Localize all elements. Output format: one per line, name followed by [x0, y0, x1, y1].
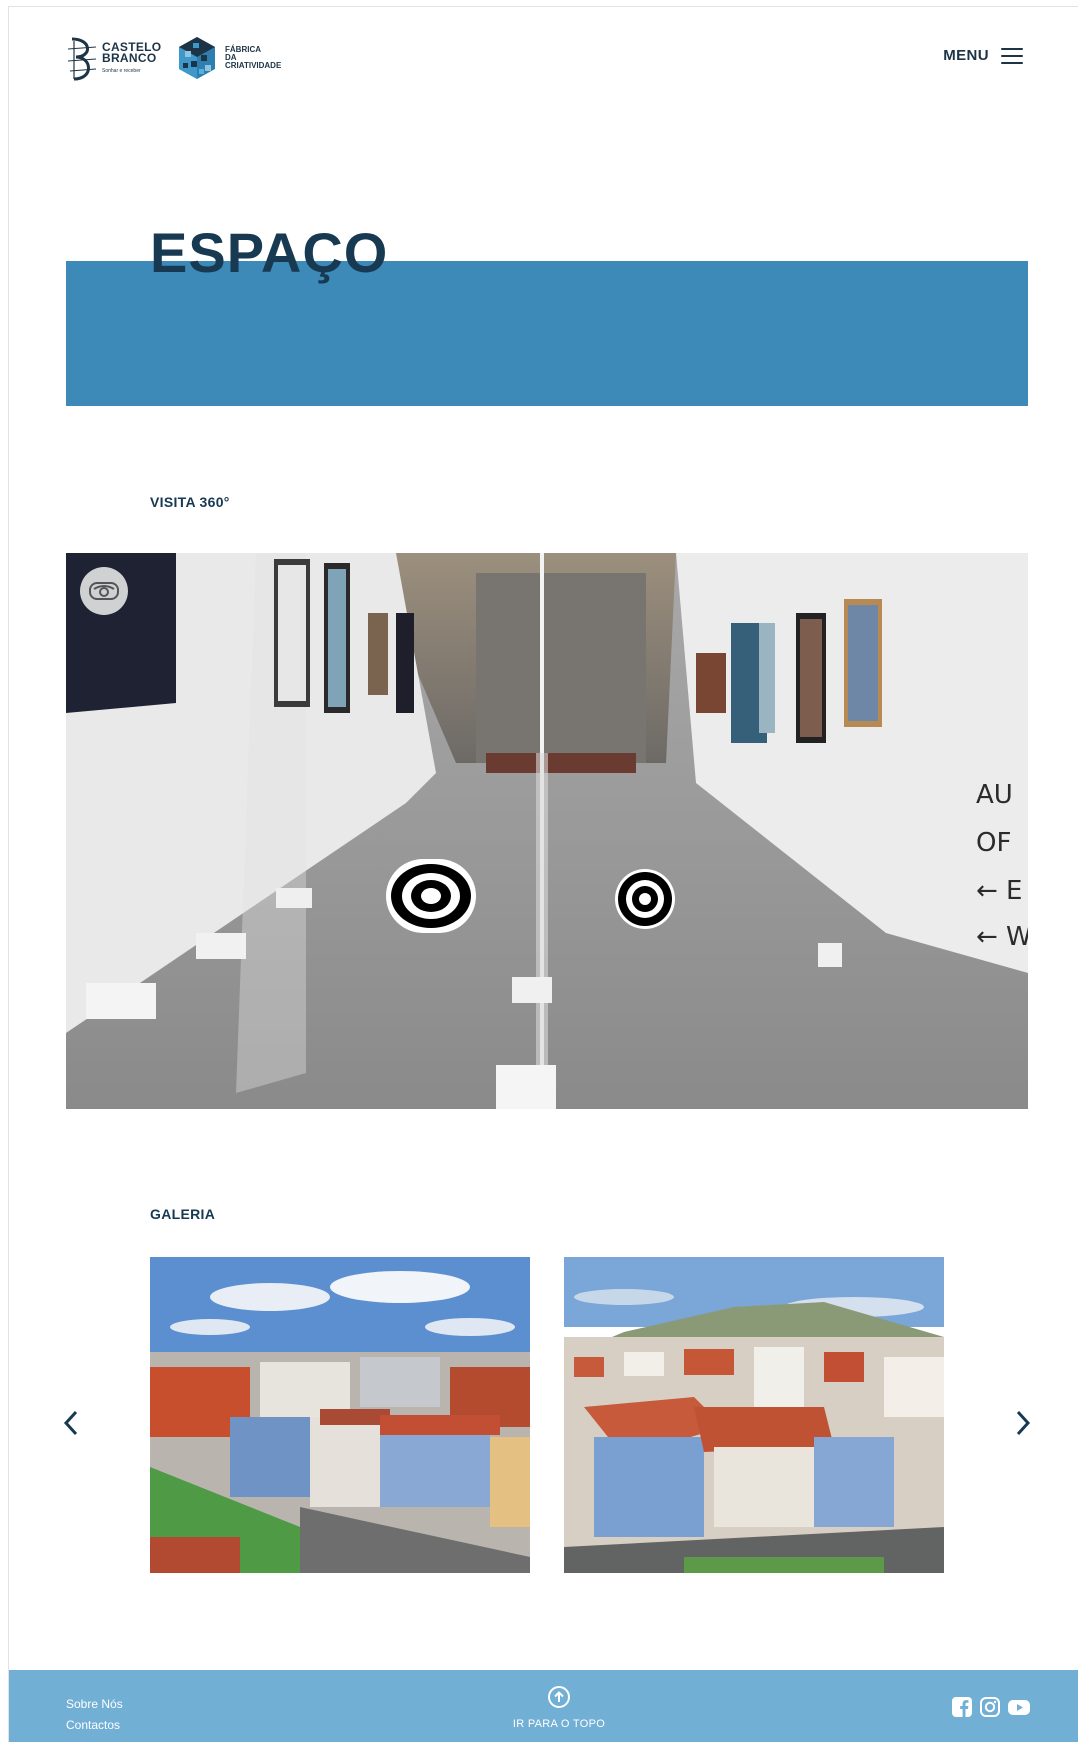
chevron-left-icon[interactable] — [57, 1407, 85, 1439]
menu-label: MENU — [943, 47, 989, 64]
footer-links: Sobre Nós Contactos — [66, 1694, 123, 1736]
brand-tagline: Sonhar e receber — [102, 67, 141, 74]
brand-line-2: BRANCO — [102, 50, 157, 65]
arrow-up-circle-icon — [548, 1686, 570, 1708]
gallery-hallway-panorama: AU OF ← E ← W — [66, 553, 1028, 1109]
castelo-branco-emblem-icon — [67, 37, 97, 81]
hamburger-icon — [1001, 47, 1023, 64]
page-title: ESPAÇO — [150, 221, 389, 284]
back-to-top-label: IR PARA O TOPO — [512, 1718, 606, 1730]
gallery-heading: GALERIA — [150, 1206, 216, 1222]
gallery-carousel — [9, 1257, 1078, 1587]
gallery-image[interactable] — [150, 1257, 530, 1573]
aerial-hill-city-photo — [564, 1257, 944, 1573]
castelo-branco-logo[interactable]: CASTELO BRANCO Sonhar e receber — [66, 35, 161, 83]
back-to-top-button[interactable]: IR PARA O TOPO — [499, 1686, 619, 1730]
virtual-tour-viewer[interactable]: AU OF ← E ← W — [66, 553, 1028, 1109]
hotspot-target-icon[interactable] — [615, 869, 675, 929]
instagram-icon[interactable] — [979, 1696, 1001, 1718]
facebook-icon[interactable] — [951, 1696, 973, 1718]
youtube-icon[interactable] — [1007, 1696, 1030, 1718]
vr-headset-icon[interactable] — [80, 567, 128, 615]
svg-text:OF: OF — [976, 828, 1011, 858]
wall-signage: AU — [976, 780, 1013, 810]
site-header: CASTELO BRANCO Sonhar e receber FÁBRICA — [9, 7, 1078, 117]
visit-360-heading: VISITA 360° — [150, 494, 230, 510]
cube-mosaic-icon — [179, 37, 215, 79]
gallery-image[interactable] — [564, 1257, 944, 1573]
svg-text:← W: ← W — [976, 922, 1028, 952]
footer-link-contacts[interactable]: Contactos — [66, 1715, 123, 1736]
footer-link-about[interactable]: Sobre Nós — [66, 1694, 123, 1715]
aerial-city-photo — [150, 1257, 530, 1573]
menu-button[interactable]: MENU — [943, 47, 1023, 64]
svg-text:← E: ← E — [976, 876, 1022, 906]
chevron-right-icon[interactable] — [1009, 1407, 1037, 1439]
fabrica-line-3: CRIATIVIDADE — [225, 61, 282, 70]
hotspot-target-icon[interactable] — [386, 859, 476, 933]
social-links — [951, 1696, 1030, 1718]
site-footer: Sobre Nós Contactos IR PARA O TOPO — [9, 1670, 1078, 1742]
page: CASTELO BRANCO Sonhar e receber FÁBRICA — [8, 6, 1078, 1742]
fabrica-criatividade-logo[interactable]: FÁBRICA DA CRIATIVIDADE — [177, 35, 281, 81]
